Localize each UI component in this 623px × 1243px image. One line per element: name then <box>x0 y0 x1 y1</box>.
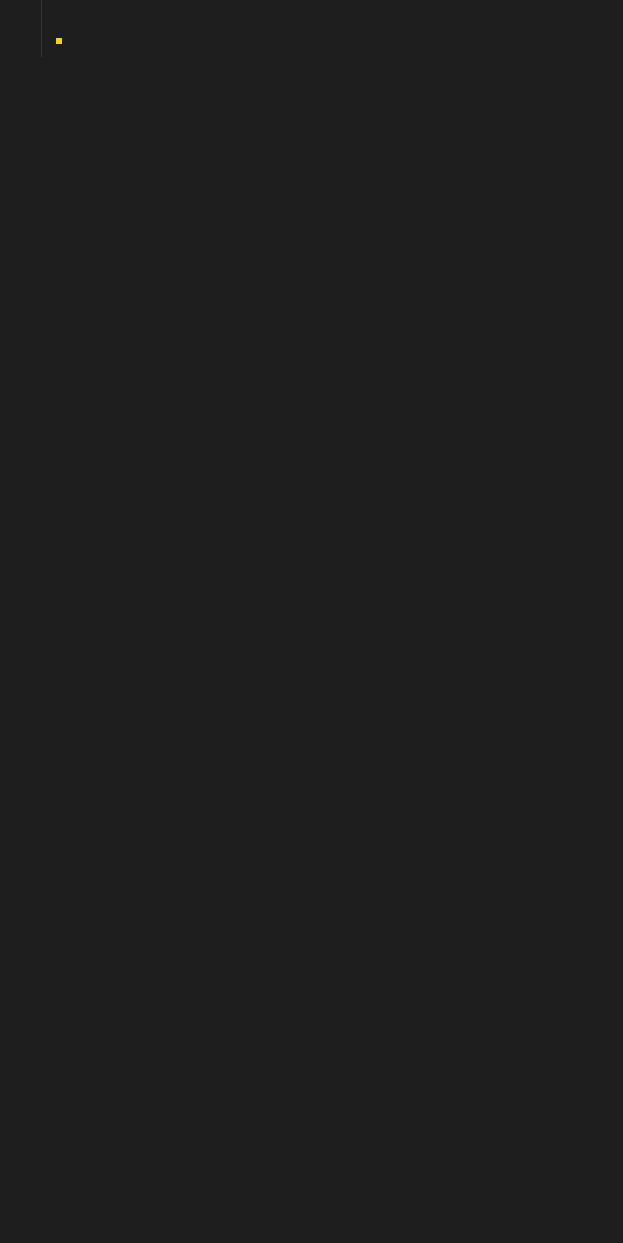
selection-highlight <box>56 38 62 44</box>
code-area[interactable] <box>42 0 87 57</box>
code-editor[interactable] <box>0 0 623 57</box>
line-number-gutter <box>0 0 42 57</box>
